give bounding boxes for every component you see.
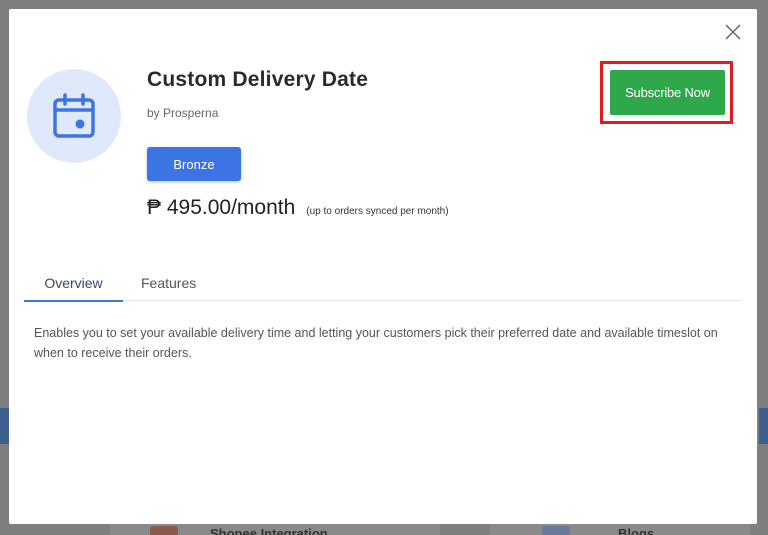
tab-bar: Overview Features [24,264,742,302]
tab-overview[interactable]: Overview [24,264,123,302]
tab-features[interactable]: Features [123,264,214,301]
background-button-edge-left [0,408,9,444]
app-vendor: by Prosperna [147,106,219,120]
background-button-edge-right [759,408,768,444]
blog-icon [542,526,570,535]
price: ₱ 495.00/month [147,196,296,219]
background-card-label: Shopee Integration [210,526,328,535]
calendar-icon [53,93,95,138]
close-icon [725,24,741,40]
price-row: ₱ 495.00/month (up to orders synced per … [147,196,449,220]
price-note: (up to orders synced per month) [306,206,449,217]
shopee-bag-icon [150,526,178,535]
subscribe-now-button[interactable]: Subscribe Now [610,70,725,115]
background-card-label: Blogs [618,526,655,535]
overview-description: Enables you to set your available delive… [34,326,718,360]
app-title: Custom Delivery Date [147,68,369,91]
close-button[interactable] [723,22,743,42]
app-details-modal: Custom Delivery Date by Prosperna Bronze… [9,9,757,524]
plan-button-bronze[interactable]: Bronze [147,147,241,181]
app-icon-container [27,69,121,163]
